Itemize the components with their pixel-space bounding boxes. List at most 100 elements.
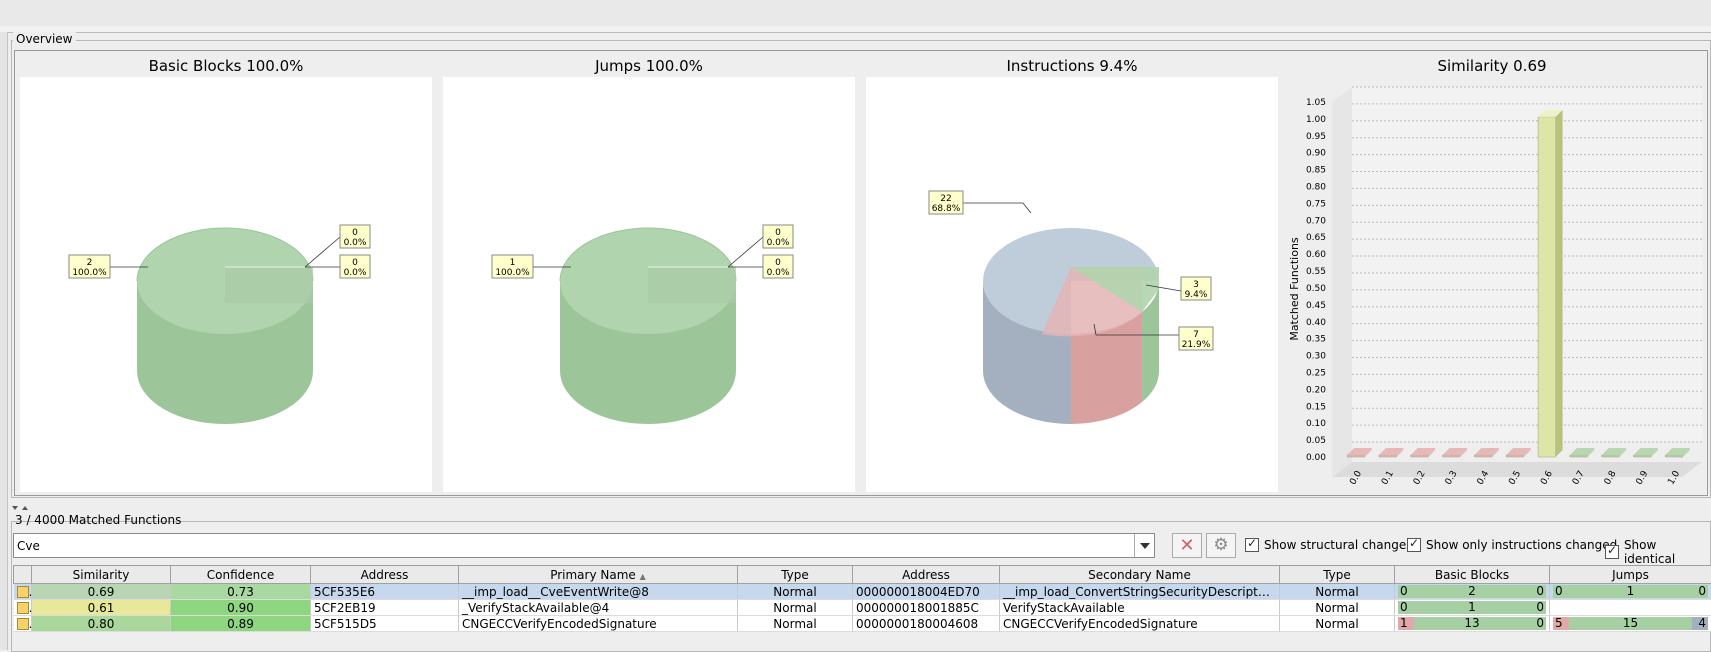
bar-0.5 — [1506, 448, 1531, 457]
basic-blocks-label-matched-count: 2 — [87, 258, 93, 268]
checkbox-checked-icon — [1245, 538, 1259, 552]
left-splitter[interactable] — [0, 32, 8, 650]
bar-top — [1665, 448, 1690, 455]
y-tick-label: 0.60 — [1306, 250, 1326, 260]
similarity-cell: 0.61 — [32, 600, 171, 616]
y-tick-label: 0.90 — [1306, 149, 1326, 159]
panel-splitter[interactable] — [10, 500, 1710, 506]
matched-functions-table[interactable]: Similarity Confidence Address Primary Na… — [13, 565, 1711, 632]
confidence-cell: 0.89 — [171, 616, 311, 632]
header-primary-name-label: Primary Name — [550, 568, 636, 582]
jumps-pie-chart[interactable]: 1 100.0% 0 0.0% 0 0.0% — [443, 77, 855, 492]
bar-front — [1443, 455, 1461, 457]
instructions-label-unmatched-pct: 68.8% — [932, 204, 961, 214]
y-tick-label: 1.05 — [1306, 98, 1326, 108]
similarity-chart-title: Similarity 0.69 — [1282, 57, 1702, 75]
primary-address-cell: 5CF515D5 — [311, 616, 459, 632]
confidence-cell: 0.90 — [171, 600, 311, 616]
primary-type-cell: Normal — [738, 600, 853, 616]
basic-blocks-cell: 1130 — [1395, 616, 1550, 632]
clear-filter-button[interactable]: ✕ — [1172, 533, 1202, 558]
basic-blocks-pie-chart[interactable]: 2 100.0% 0 0.0% 0 0.0% — [20, 77, 432, 492]
filter-settings-button[interactable]: ⚙ — [1206, 533, 1236, 558]
bar-front — [1570, 455, 1588, 457]
table-row[interactable]: 0.80 0.89 5CF515D5 CNGECCVerifyEncodedSi… — [14, 616, 1711, 632]
checkbox-checked-icon — [1407, 538, 1421, 552]
y-tick-label: 0.75 — [1306, 199, 1326, 209]
header-secondary-address[interactable]: Address — [853, 566, 1000, 584]
bar-top — [1474, 448, 1499, 455]
jumps-cell: 5154 — [1550, 616, 1711, 632]
secondary-name-cell: CNGECCVerifyEncodedSignature — [1000, 616, 1280, 632]
matched-functions-count: 3 / 4000 Matched Functions — [15, 513, 181, 527]
basic-blocks-label-a-pct: 0.0% — [344, 238, 367, 248]
primary-type-cell: Normal — [738, 584, 853, 600]
show-instructions-changed-checkbox[interactable]: Show only instructions changed — [1407, 538, 1617, 552]
instructions-label-matched-count: 3 — [1193, 280, 1199, 290]
bar-0.2 — [1411, 448, 1436, 457]
bar-0.8 — [1602, 448, 1627, 457]
show-identical-checkbox[interactable]: Show identical — [1605, 538, 1711, 566]
jumps-cell — [1550, 600, 1711, 616]
bar-front — [1634, 455, 1652, 457]
bar-top — [1379, 448, 1404, 455]
secondary-type-cell: Normal — [1280, 600, 1395, 616]
bar-0.1 — [1379, 448, 1404, 457]
primary-name-cell: __imp_load__CveEventWrite@8 — [459, 584, 738, 600]
bar-front — [1474, 455, 1492, 457]
bar-front — [1506, 455, 1524, 457]
y-tick-label: 0.50 — [1306, 284, 1326, 294]
primary-name-cell: CNGECCVerifyEncodedSignature — [459, 616, 738, 632]
function-row-icon — [14, 616, 32, 632]
basic-blocks-chart-title: Basic Blocks 100.0% — [20, 57, 432, 75]
filter-input[interactable] — [14, 534, 1130, 557]
bar-0.6 — [1538, 110, 1563, 457]
y-tick-label: 0.35 — [1306, 335, 1326, 345]
y-tick-label: 0.45 — [1306, 301, 1326, 311]
secondary-type-cell: Normal — [1280, 584, 1395, 600]
y-tick-label: 0.00 — [1306, 453, 1326, 463]
bar-0.7 — [1570, 448, 1595, 457]
y-tick-label: 0.95 — [1306, 132, 1326, 142]
filter-combobox[interactable] — [13, 533, 1155, 558]
show-structural-changes-checkbox[interactable]: Show structural changes — [1245, 538, 1412, 552]
instructions-label-unmatched-count: 22 — [940, 194, 951, 204]
y-tick-label: 0.85 — [1306, 166, 1326, 176]
secondary-address-cell: 0000000180004608 — [853, 616, 1000, 632]
instructions-label-changed-count: 7 — [1193, 330, 1199, 340]
toolbar-area — [0, 0, 1711, 27]
header-jumps[interactable]: Jumps — [1550, 566, 1711, 584]
header-basic-blocks[interactable]: Basic Blocks — [1395, 566, 1550, 584]
table-row[interactable]: 0.61 0.90 5CF2EB19 _VerifyStackAvailable… — [14, 600, 1711, 616]
secondary-name-cell: __imp_load_ConvertStringSecurityDescript… — [1000, 584, 1280, 600]
similarity-bar-chart[interactable]: Matched Functions 0.000.050.100.150.200.… — [1282, 77, 1702, 497]
header-confidence[interactable]: Confidence — [171, 566, 311, 584]
jumps-label-matched-count: 1 — [510, 258, 516, 268]
jumps-label-b-count: 0 — [775, 258, 781, 268]
header-primary-address[interactable]: Address — [311, 566, 459, 584]
bar-front — [1538, 117, 1556, 457]
instructions-label-matched-pct: 9.4% — [1185, 290, 1208, 300]
secondary-name-cell: VerifyStackAvailable — [1000, 600, 1280, 616]
secondary-type-cell: Normal — [1280, 616, 1395, 632]
jumps-cell: 010 — [1550, 584, 1711, 600]
chevron-down-icon[interactable] — [1134, 534, 1154, 557]
header-primary-name[interactable]: Primary Name ▲ — [459, 566, 738, 584]
header-primary-type[interactable]: Type — [738, 566, 853, 584]
similarity-cell: 0.69 — [32, 584, 171, 600]
header-similarity[interactable]: Similarity — [32, 566, 171, 584]
basic-blocks-cell: 020 — [1395, 584, 1550, 600]
bar-front — [1347, 455, 1365, 457]
bar-top — [1411, 448, 1436, 455]
y-tick-label: 0.70 — [1306, 216, 1326, 226]
instructions-pie-chart[interactable]: 22 68.8% 3 9.4% 7 21.9% — [866, 77, 1278, 492]
bar-1.0 — [1665, 448, 1690, 457]
table-row[interactable]: 0.69 0.73 5CF535E6 __imp_load__CveEventW… — [14, 584, 1711, 600]
basic-blocks-label-matched-pct: 100.0% — [72, 268, 107, 278]
header-secondary-type[interactable]: Type — [1280, 566, 1395, 584]
confidence-cell: 0.73 — [171, 584, 311, 600]
bar-front — [1665, 455, 1683, 457]
header-secondary-name[interactable]: Secondary Name — [1000, 566, 1280, 584]
bar-front — [1602, 455, 1620, 457]
instructions-label-changed-pct: 21.9% — [1182, 340, 1211, 350]
